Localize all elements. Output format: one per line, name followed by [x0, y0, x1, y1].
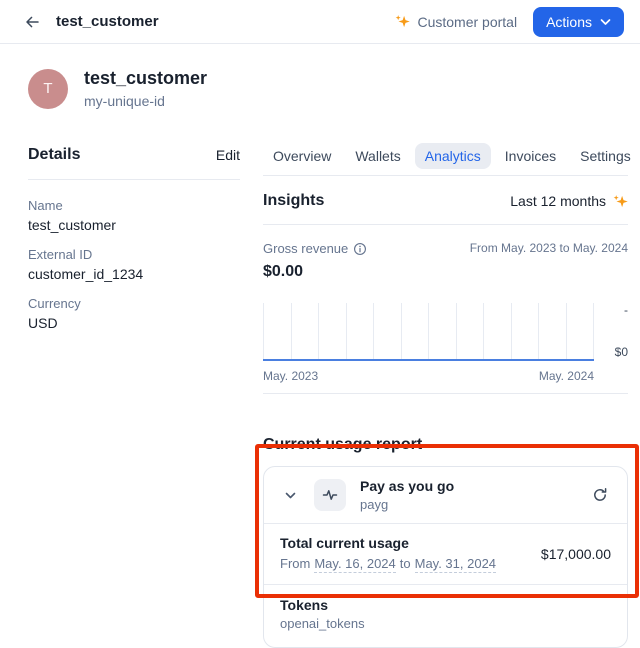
- chart-divider: [263, 393, 628, 394]
- usage-report-title: Current usage report: [263, 436, 628, 454]
- details-divider: [28, 179, 240, 180]
- period-selector[interactable]: Last 12 months: [510, 193, 628, 209]
- plan-icon-box: [314, 479, 346, 511]
- tab-settings[interactable]: Settings: [570, 143, 640, 169]
- back-button[interactable]: [18, 8, 46, 36]
- tab-wallets[interactable]: Wallets: [345, 143, 410, 169]
- analytics-panel: Overview Wallets Analytics Invoices Sett…: [263, 143, 628, 648]
- plan-name: Pay as you go: [360, 478, 454, 494]
- sparkle-icon: [613, 194, 628, 209]
- period-prefix: From: [280, 556, 310, 573]
- usage-item-name: Tokens: [280, 597, 611, 613]
- total-usage-amount: $17,000.00: [541, 546, 611, 562]
- plan-row: Pay as you go payg: [264, 467, 627, 523]
- customer-header: T test_customer my-unique-id: [0, 44, 640, 129]
- info-icon[interactable]: [353, 242, 367, 256]
- period-joiner: to: [400, 556, 411, 573]
- total-usage-period: From May. 16, 2024 to May. 31, 2024: [280, 556, 496, 573]
- refresh-button[interactable]: [589, 484, 611, 506]
- detail-field-currency: Currency USD: [28, 296, 240, 331]
- actions-button[interactable]: Actions: [533, 7, 624, 37]
- customer-portal-label: Customer portal: [417, 14, 517, 30]
- chart-x-axis: May. 2023 May. 2024: [263, 369, 594, 383]
- tabs-divider: [263, 175, 628, 176]
- pulse-icon: [322, 487, 338, 503]
- period-to-date[interactable]: May. 31, 2024: [415, 556, 496, 573]
- avatar-initial: T: [43, 80, 52, 97]
- customer-portal-link[interactable]: Customer portal: [395, 14, 517, 30]
- field-value: customer_id_1234: [28, 266, 240, 282]
- gross-revenue-label: Gross revenue: [263, 241, 348, 256]
- x-tick-start: May. 2023: [263, 369, 318, 383]
- avatar: T: [28, 69, 68, 109]
- chevron-down-icon: [284, 489, 297, 502]
- plan-code: payg: [360, 497, 454, 512]
- gross-revenue-chart: - $0 May. 2023 May. 2024: [263, 303, 628, 383]
- detail-field-external-id: External ID customer_id_1234: [28, 247, 240, 282]
- details-header: Details Edit: [28, 143, 240, 167]
- customer-name: test_customer: [84, 68, 207, 89]
- tab-bar: Overview Wallets Analytics Invoices Sett…: [263, 143, 628, 169]
- gross-revenue-value: $0.00: [263, 263, 628, 281]
- chart-gridlines: [263, 303, 594, 361]
- y-tick-top: -: [624, 303, 628, 317]
- customer-identity: test_customer my-unique-id: [84, 68, 207, 109]
- usage-item-code: openai_tokens: [280, 616, 611, 631]
- gross-revenue-label-row: Gross revenue: [263, 241, 367, 256]
- period-from-date[interactable]: May. 16, 2024: [314, 556, 395, 573]
- field-value: test_customer: [28, 217, 240, 233]
- page-title: test_customer: [56, 13, 159, 30]
- plan-info: Pay as you go payg: [360, 478, 454, 512]
- tab-analytics[interactable]: Analytics: [415, 143, 491, 169]
- tab-invoices[interactable]: Invoices: [495, 143, 566, 169]
- total-usage-label: Total current usage: [280, 535, 496, 551]
- chart-zero-line: [263, 359, 594, 361]
- period-label: Last 12 months: [510, 193, 606, 209]
- tab-overview[interactable]: Overview: [263, 143, 341, 169]
- refresh-icon: [592, 487, 608, 503]
- chart-y-axis: - $0: [594, 303, 628, 361]
- insights-divider: [263, 224, 628, 225]
- chart-body: - $0: [263, 303, 628, 361]
- field-label: External ID: [28, 247, 240, 262]
- collapse-toggle[interactable]: [280, 485, 300, 505]
- actions-label: Actions: [546, 14, 592, 30]
- total-usage-info: Total current usage From May. 16, 2024 t…: [280, 535, 496, 573]
- usage-item-row: Tokens openai_tokens: [264, 585, 627, 647]
- gross-revenue-date-range: From May. 2023 to May. 2024: [470, 241, 628, 255]
- edit-details-link[interactable]: Edit: [216, 147, 240, 163]
- details-title: Details: [28, 146, 80, 164]
- content-columns: Details Edit Name test_customer External…: [0, 129, 640, 648]
- gross-revenue-header: Gross revenue From May. 2023 to May. 202…: [263, 241, 628, 256]
- field-label: Name: [28, 198, 240, 213]
- arrow-left-icon: [24, 14, 40, 30]
- total-usage-row: Total current usage From May. 16, 2024 t…: [264, 524, 627, 584]
- y-tick-zero: $0: [615, 345, 628, 359]
- usage-report-card: Pay as you go payg Total current usage F…: [263, 466, 628, 648]
- field-value: USD: [28, 315, 240, 331]
- field-label: Currency: [28, 296, 240, 311]
- chart-plot-area: [263, 303, 594, 361]
- customer-external-id: my-unique-id: [84, 93, 207, 109]
- topbar-actions: Customer portal Actions: [395, 7, 624, 37]
- detail-field-name: Name test_customer: [28, 198, 240, 233]
- sparkle-icon: [395, 14, 410, 29]
- chevron-down-icon: [600, 18, 611, 26]
- details-panel: Details Edit Name test_customer External…: [28, 143, 240, 345]
- x-tick-end: May. 2024: [539, 369, 594, 383]
- insights-header: Insights Last 12 months: [263, 192, 628, 210]
- insights-title: Insights: [263, 192, 324, 210]
- topbar: test_customer Customer portal Actions: [0, 0, 640, 44]
